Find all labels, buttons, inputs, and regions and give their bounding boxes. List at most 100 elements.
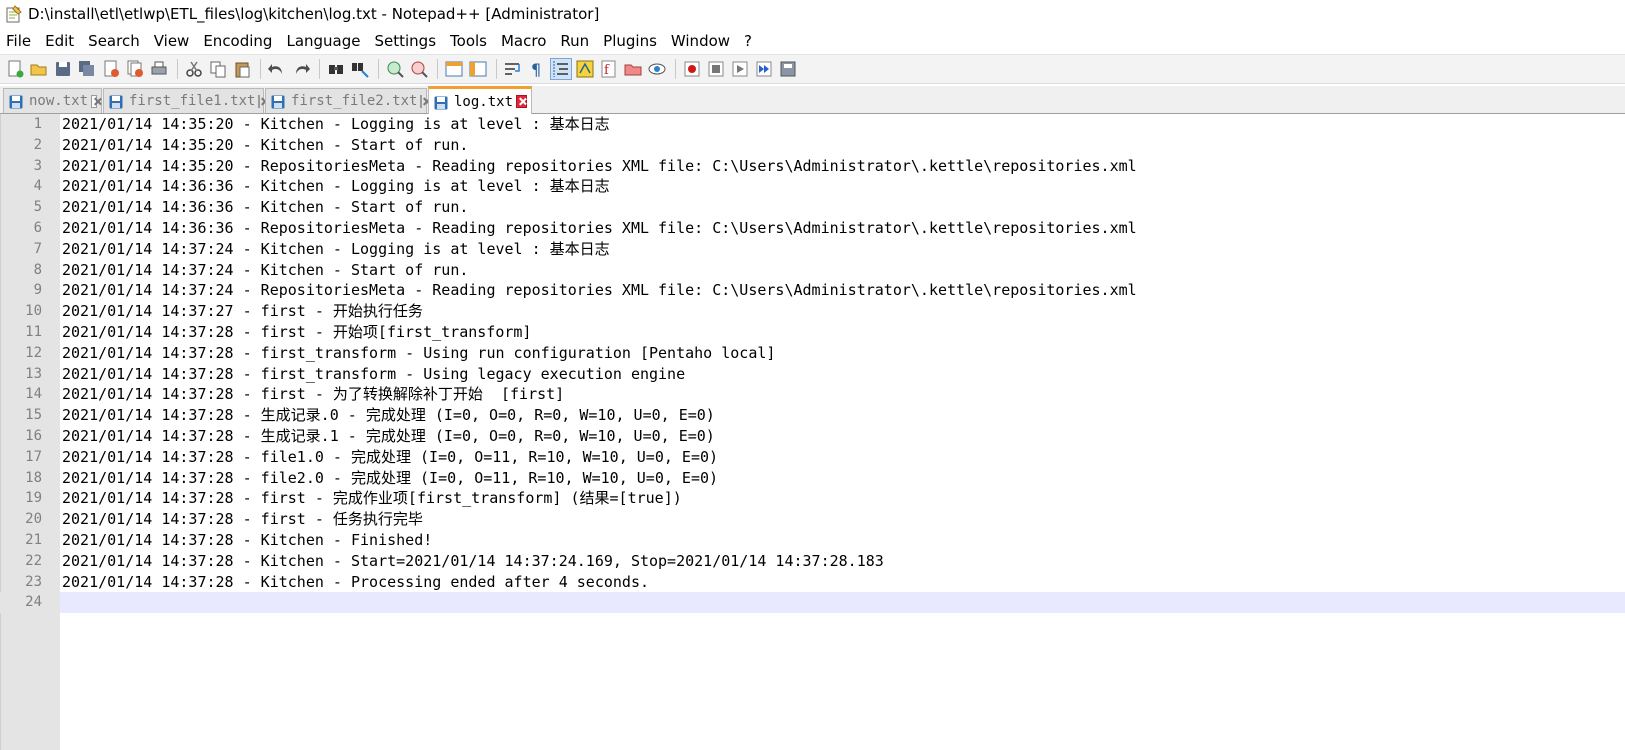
record-macro-icon [684, 61, 700, 77]
redo-button[interactable] [290, 58, 312, 80]
editor-line[interactable]: 3 2021/01/14 14:35:20 - RepositoriesMeta … [0, 156, 1625, 177]
new-file-button[interactable] [4, 58, 26, 80]
tab-first-file2-txt[interactable]: first_file2.txt [265, 88, 427, 113]
line-text: 2021/01/14 14:36:36 - Kitchen - Logging … [62, 177, 610, 196]
editor-line[interactable]: 6 2021/01/14 14:36:36 - RepositoriesMeta … [0, 218, 1625, 239]
close-tab-icon[interactable] [516, 95, 527, 108]
toolbar-separator [437, 59, 438, 79]
indent-guide-button[interactable] [550, 58, 572, 80]
line-text: 2021/01/14 14:36:36 - RepositoriesMeta -… [62, 218, 1137, 237]
menu-plugins[interactable]: Plugins [596, 29, 664, 53]
line-text: 2021/01/14 14:37:28 - Kitchen - Start=20… [62, 551, 884, 570]
menu-tools[interactable]: Tools [443, 29, 494, 53]
editor[interactable]: 1 2021/01/14 14:35:20 - Kitchen - Logging… [0, 114, 1625, 750]
replace-button[interactable] [349, 58, 371, 80]
tab-now-txt[interactable]: now.txt [3, 88, 102, 113]
folder-workspace-button[interactable] [622, 58, 644, 80]
copy-button[interactable] [207, 58, 229, 80]
indent-guide-icon [553, 61, 568, 77]
text-area[interactable]: 1 2021/01/14 14:35:20 - Kitchen - Logging… [0, 114, 1625, 614]
close-tab-icon[interactable] [91, 94, 97, 108]
tab-first-file1-txt[interactable]: first_file1.txt [103, 88, 264, 113]
svg-text:¶: ¶ [531, 60, 541, 79]
line-number: 18 [25, 469, 42, 486]
save-macro-button[interactable] [777, 58, 799, 80]
close-all-button[interactable] [124, 58, 146, 80]
cut-button[interactable] [183, 58, 205, 80]
paste-button[interactable] [231, 58, 253, 80]
record-macro-button[interactable] [681, 58, 703, 80]
editor-line[interactable]: 7 2021/01/14 14:37:24 - Kitchen - Logging… [0, 239, 1625, 260]
line-text: 2021/01/14 14:37:28 - first_transform - … [62, 364, 686, 383]
menu-search[interactable]: Search [81, 29, 147, 53]
print-button[interactable] [148, 58, 170, 80]
editor-line[interactable]: 21 2021/01/14 14:37:28 - Kitchen - Finish… [0, 530, 1625, 551]
editor-line[interactable]: 5 2021/01/14 14:36:36 - Kitchen - Start o… [0, 197, 1625, 218]
editor-line[interactable]: 12 2021/01/14 14:37:28 - first_transform … [0, 343, 1625, 364]
menu-edit[interactable]: Edit [38, 29, 81, 53]
word-wrap-button[interactable] [502, 58, 524, 80]
editor-line[interactable]: 8 2021/01/14 14:37:24 - Kitchen - Start o… [0, 260, 1625, 281]
menu-language[interactable]: Language [279, 29, 367, 53]
saved-file-icon [109, 94, 123, 109]
line-text: 2021/01/14 14:37:28 - first_transform - … [62, 343, 776, 362]
line-number: 5 [33, 199, 42, 216]
play-macro-button[interactable] [729, 58, 751, 80]
play-macro-icon [732, 61, 748, 77]
close-tab-icon[interactable] [258, 94, 261, 108]
editor-line[interactable]: 18 2021/01/14 14:37:28 - file2.0 - 完成处理 (… [0, 468, 1625, 489]
tab-log-txt[interactable]: log.txt [428, 86, 532, 114]
menu-run[interactable]: Run [553, 29, 596, 53]
editor-line[interactable]: 24 [0, 592, 1625, 614]
toolbar-separator [260, 59, 261, 79]
open-file-icon [30, 64, 47, 76]
close-button[interactable] [100, 58, 122, 80]
editor-line[interactable]: 4 2021/01/14 14:36:36 - Kitchen - Logging… [0, 176, 1625, 197]
monitoring-button[interactable] [646, 58, 668, 80]
find-button[interactable] [325, 58, 347, 80]
menu-settings[interactable]: Settings [368, 29, 444, 53]
udl-button[interactable] [574, 58, 596, 80]
function-list-icon: f [601, 60, 616, 78]
editor-line[interactable]: 19 2021/01/14 14:37:28 - first - 完成作业项[fi… [0, 488, 1625, 509]
editor-line[interactable]: 20 2021/01/14 14:37:28 - first - 任务执行完毕 [0, 509, 1625, 530]
save-all-button[interactable] [76, 58, 98, 80]
menu-view[interactable]: View [147, 29, 197, 53]
menu-help[interactable]: ? [737, 29, 759, 53]
editor-line[interactable]: 17 2021/01/14 14:37:28 - file1.0 - 完成处理 (… [0, 447, 1625, 468]
function-list-button[interactable]: f [598, 58, 620, 80]
editor-line[interactable]: 22 2021/01/14 14:37:28 - Kitchen - Start=… [0, 551, 1625, 572]
menu-encoding[interactable]: Encoding [196, 29, 279, 53]
save-button[interactable] [52, 58, 74, 80]
show-all-chars-button[interactable]: ¶ [526, 58, 548, 80]
editor-line[interactable]: 10 2021/01/14 14:37:27 - first - 开始执行任务 [0, 301, 1625, 322]
editor-line[interactable]: 1 2021/01/14 14:35:20 - Kitchen - Logging… [0, 114, 1625, 135]
stop-macro-button[interactable] [705, 58, 727, 80]
editor-line[interactable]: 15 2021/01/14 14:37:28 - 生成记录.0 - 完成处理 (I… [0, 405, 1625, 426]
editor-line[interactable]: 11 2021/01/14 14:37:28 - first - 开始项[firs… [0, 322, 1625, 343]
editor-line[interactable]: 23 2021/01/14 14:37:28 - Kitchen - Proces… [0, 572, 1625, 593]
editor-line[interactable]: 16 2021/01/14 14:37:28 - 生成记录.1 - 完成处理 (I… [0, 426, 1625, 447]
zoom-out-button[interactable] [408, 58, 430, 80]
menu-window[interactable]: Window [664, 29, 737, 53]
editor-line[interactable]: 9 2021/01/14 14:37:24 - RepositoriesMeta … [0, 280, 1625, 301]
sync-horizontal-button[interactable] [467, 58, 489, 80]
menu-macro[interactable]: Macro [494, 29, 553, 53]
editor-line[interactable]: 2 2021/01/14 14:35:20 - Kitchen - Start o… [0, 135, 1625, 156]
editor-line[interactable]: 13 2021/01/14 14:37:28 - first_transform … [0, 364, 1625, 385]
line-text: 2021/01/14 14:35:20 - Kitchen - Start of… [62, 135, 469, 154]
run-macro-multiple-button[interactable] [753, 58, 775, 80]
line-number: 24 [25, 594, 42, 611]
undo-button[interactable] [266, 58, 288, 80]
editor-line[interactable]: 14 2021/01/14 14:37:28 - first - 为了转换解除补丁… [0, 384, 1625, 405]
zoom-in-button[interactable] [384, 58, 406, 80]
menu-file[interactable]: File [0, 29, 38, 53]
sync-vertical-icon [445, 61, 463, 77]
sync-vertical-button[interactable] [443, 58, 465, 80]
close-tab-icon[interactable] [420, 94, 423, 108]
line-number: 10 [25, 303, 42, 320]
zoom-in-icon [387, 61, 404, 78]
open-file-button[interactable] [28, 58, 50, 80]
print-icon [151, 61, 167, 75]
toolbar-separator [319, 59, 320, 79]
